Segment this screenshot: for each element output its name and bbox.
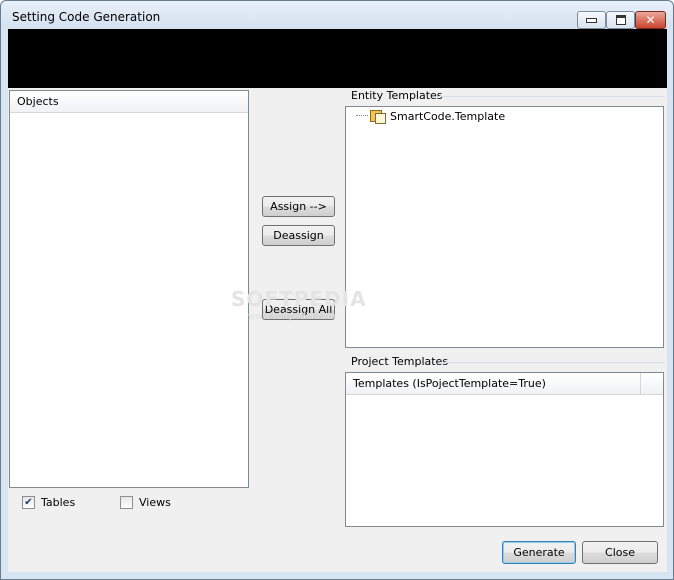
close-button[interactable]: Close [582,541,658,564]
tables-checkbox[interactable]: ✔ Tables [22,496,75,509]
tree-connector [356,115,368,117]
views-check-box[interactable] [120,496,133,509]
watermark-url: www.softpedia.com [248,312,336,322]
project-templates-list[interactable]: Templates (IsPojectTemplate=True) [345,372,664,527]
tables-check-box[interactable]: ✔ [22,496,35,509]
window-title: Setting Code Generation [12,10,161,24]
project-templates-column-label: Templates (IsPojectTemplate=True) [353,377,546,390]
objects-list[interactable]: Objects [9,90,249,488]
entity-templates-tree[interactable]: SmartCode.Template [345,106,664,348]
title-bar[interactable]: Setting Code Generation ✕ [1,1,673,29]
app-window: Setting Code Generation ✕ Objects Entity… [0,0,674,580]
entity-templates-caption: Entity Templates [351,89,443,102]
objects-column-header[interactable]: Objects [10,91,248,113]
tree-item[interactable]: SmartCode.Template [356,109,506,124]
maximize-button[interactable] [606,11,635,29]
assign-button[interactable]: Assign --> [262,196,335,217]
close-icon: ✕ [645,13,656,27]
entity-templates-divider [436,96,665,97]
project-templates-divider [440,362,665,363]
project-templates-column-header[interactable]: Templates (IsPojectTemplate=True) [346,373,641,395]
watermark: SOFTPEDIA [231,287,367,311]
deassign-button[interactable]: Deassign [262,225,335,246]
generate-button[interactable]: Generate [502,541,576,564]
template-icon [370,109,386,124]
objects-header-label: Objects [17,95,59,108]
views-label: Views [139,496,171,509]
close-window-button[interactable]: ✕ [635,11,666,29]
minimize-button[interactable] [577,11,606,29]
maximize-icon [615,15,626,25]
project-templates-caption: Project Templates [351,355,449,368]
views-checkbox[interactable]: Views [120,496,171,509]
tree-item-label: SmartCode.Template [390,109,506,123]
tables-label: Tables [41,496,76,509]
client-area: Objects Entity Templates SmartCode.Templ… [8,29,667,572]
header-banner [8,29,667,88]
filler-column-header [641,373,663,395]
minimize-icon [586,17,597,23]
